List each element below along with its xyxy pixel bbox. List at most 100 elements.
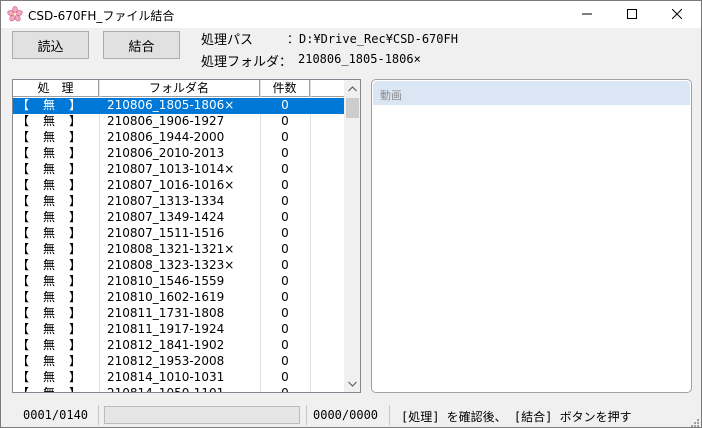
row-proc-cell: 【 無 】 [17,354,83,368]
row-folder-cell: 210814_1010-1031 [107,370,225,384]
status-bar: 0001/0140 0000/0000 [処理] を確認後、 [結合] ボタンを… [1,402,701,428]
size-grip-icon[interactable] [689,416,699,427]
minimize-button[interactable] [564,1,609,28]
row-folder-cell: 210811_1731-1808 [107,306,225,320]
row-proc-cell: 【 無 】 [17,130,83,144]
list-row[interactable]: 【 無 】 210807_1349-1424 0 [13,210,344,226]
row-folder-cell: 210806_1944-2000 [107,130,225,144]
status-divider [389,405,390,425]
row-folder-cell: 210808_1321-1321× [107,242,235,256]
row-proc-cell: 【 無 】 [17,386,83,393]
row-folder-cell: 210812_1953-2008 [107,354,225,368]
join-button[interactable]: 結合 [103,31,180,59]
row-count-cell: 0 [281,146,289,160]
row-folder-cell: 210807_1313-1334 [107,194,225,208]
row-count-cell: 0 [281,162,289,176]
list-row[interactable]: 【 無 】 210807_1013-1014× 0 [13,162,344,178]
row-proc-cell: 【 無 】 [17,178,83,192]
scroll-down-icon[interactable] [344,375,360,392]
list-row[interactable]: 【 無 】 210814_1010-1031 0 [13,370,344,386]
close-icon [671,8,682,22]
row-count-cell: 0 [281,338,289,352]
status-divider [306,405,307,425]
list-row[interactable]: 【 無 】 210806_1906-1927 0 [13,114,344,130]
row-proc-cell: 【 無 】 [17,98,83,112]
list-row[interactable]: 【 無 】 210810_1546-1559 0 [13,274,344,290]
row-count-cell: 0 [281,290,289,304]
row-folder-cell: 210806_2010-2013 [107,146,225,160]
folder-label: 処理フォルダ： [201,55,293,70]
path-label: 処理パス [201,33,254,48]
row-proc-cell: 【 無 】 [17,322,83,336]
row-proc-cell: 【 無 】 [17,114,83,128]
list-row[interactable]: 【 無 】 210806_2010-2013 0 [13,146,344,162]
row-proc-cell: 【 無 】 [17,258,83,272]
row-proc-cell: 【 無 】 [17,162,83,176]
list-row[interactable]: 【 無 】 210808_1323-1323× 0 [13,258,344,274]
row-count-cell: 0 [281,306,289,320]
maximize-button[interactable] [609,1,654,28]
list-row[interactable]: 【 無 】 210807_1313-1334 0 [13,194,344,210]
sakura-icon[interactable] [7,6,23,22]
status-divider [98,405,99,425]
row-folder-cell: 210811_1917-1924 [107,322,225,336]
row-proc-cell: 【 無 】 [17,370,83,384]
list-row[interactable]: 【 無 】 210808_1321-1321× 0 [13,242,344,258]
scroll-thumb[interactable] [346,98,359,118]
list-row[interactable]: 【 無 】 210807_1016-1016× 0 [13,178,344,194]
header-count[interactable]: 件数 [260,80,310,97]
progress-bar [104,406,300,424]
list-row[interactable]: 【 無 】 210811_1917-1924 0 [13,322,344,338]
row-proc-cell: 【 無 】 [17,290,83,304]
video-panel: 動画 [371,79,692,393]
title-bar[interactable]: CSD-670FH_ファイル結合 [1,1,701,28]
list-row[interactable]: 【 無 】 210810_1602-1619 0 [13,290,344,306]
status-position: 0001/0140 [23,408,89,422]
vertical-scrollbar[interactable] [344,80,360,392]
list-row[interactable]: 【 無 】 210806_1944-2000 0 [13,130,344,146]
row-count-cell: 0 [281,322,289,336]
folder-value: 210806_1805-1806× [298,52,421,66]
list-header: 処 理 フォルダ名 件数 [13,80,344,97]
list-rows: 【 無 】 210806_1805-1806× 0 【 無 】 210806_1906-… [13,98,344,393]
scroll-up-icon[interactable] [344,80,360,97]
row-folder-cell: 210807_1511-1516 [107,226,225,240]
row-count-cell: 0 [281,258,289,272]
list-row[interactable]: 【 無 】 210806_1805-1806× 0 [13,98,344,114]
row-folder-cell: 210807_1349-1424 [107,210,225,224]
row-folder-cell: 210807_1016-1016× [107,178,235,192]
row-folder-cell: 210812_1841-1902 [107,338,225,352]
list-row[interactable]: 【 無 】 210807_1511-1516 0 [13,226,344,242]
load-button[interactable]: 読込 [12,31,89,59]
row-proc-cell: 【 無 】 [17,194,83,208]
list-row[interactable]: 【 無 】 210811_1731-1808 0 [13,306,344,322]
row-proc-cell: 【 無 】 [17,242,83,256]
row-proc-cell: 【 無 】 [17,210,83,224]
row-count-cell: 0 [281,354,289,368]
row-proc-cell: 【 無 】 [17,306,83,320]
status-count: 0000/0000 [313,408,379,422]
row-folder-cell: 210807_1013-1014× [107,162,235,176]
folder-list[interactable]: 処 理 フォルダ名 件数 【 無 】 210806_1805-1806× 0 【 無 … [12,79,361,393]
row-proc-cell: 【 無 】 [17,274,83,288]
window-title: CSD-670FH_ファイル結合 [28,9,175,23]
row-count-cell: 0 [281,210,289,224]
row-count-cell: 0 [281,386,289,393]
row-folder-cell: 210806_1906-1927 [107,114,225,128]
row-folder-cell: 210810_1546-1559 [107,274,225,288]
row-folder-cell: 210806_1805-1806× [107,98,235,112]
app-window: CSD-670FH_ファイル結合 読込 結合 処理パス ：D:¥Drive_Re… [0,0,702,428]
header-folder[interactable]: フォルダ名 [99,80,260,97]
list-row[interactable]: 【 無 】 210812_1953-2008 0 [13,354,344,370]
row-count-cell: 0 [281,194,289,208]
row-count-cell: 0 [281,226,289,240]
close-button[interactable] [654,1,699,28]
header-proc[interactable]: 処 理 [13,80,99,97]
row-count-cell: 0 [281,370,289,384]
list-row[interactable]: 【 無 】 210814_1050-1101 0 [13,386,344,393]
row-folder-cell: 210810_1602-1619 [107,290,225,304]
list-row[interactable]: 【 無 】 210812_1841-1902 0 [13,338,344,354]
row-count-cell: 0 [281,274,289,288]
row-count-cell: 0 [281,114,289,128]
row-proc-cell: 【 無 】 [17,226,83,240]
